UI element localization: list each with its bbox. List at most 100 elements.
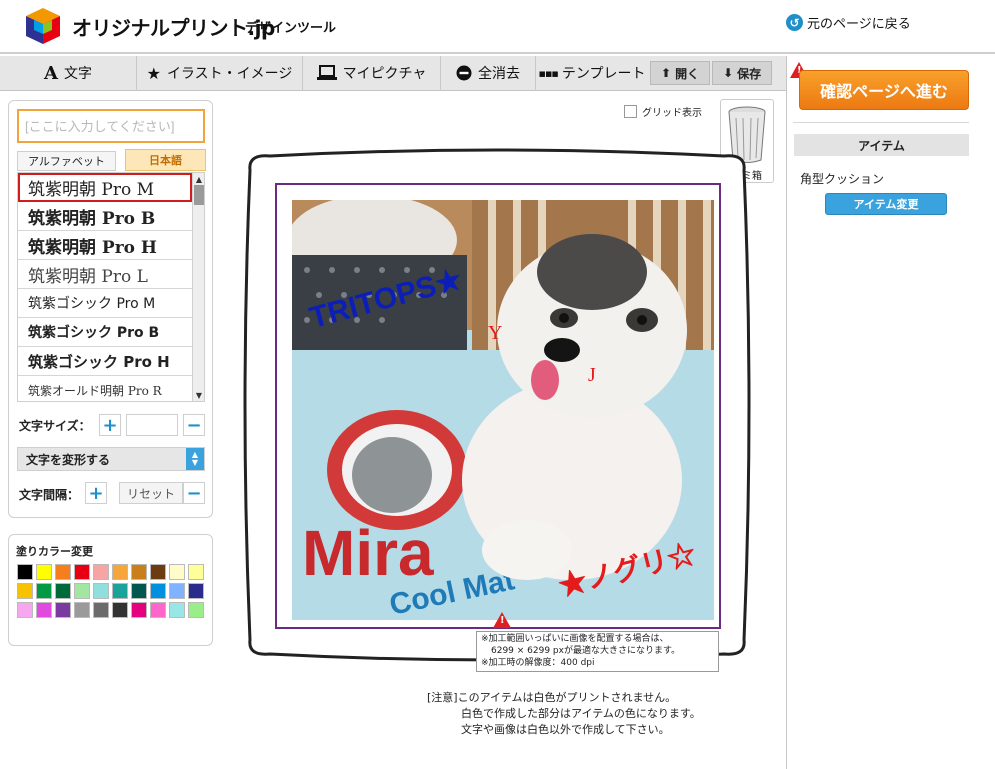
color-swatch[interactable] [112,583,128,599]
right-panel: ! 確認ページへ進む アイテム 角型クッション アイテム変更 [786,56,995,769]
text-entry-input[interactable] [17,109,205,143]
scroll-up-icon[interactable]: ▲ [193,173,204,185]
color-swatch[interactable] [150,602,166,618]
color-swatch[interactable] [55,602,71,618]
clear-all-button[interactable]: 全消去 [441,55,536,91]
letter-spacing-label: 文字間隔： [19,488,80,502]
panel-divider [793,122,969,123]
color-swatch[interactable] [17,564,33,580]
color-swatch[interactable] [93,583,109,599]
font-option[interactable]: 筑紫明朝 Pro L [18,260,192,289]
color-swatch[interactable] [169,602,185,618]
illustration-tool-label: イラスト・イメージ [166,66,293,82]
grid-checkbox[interactable] [624,105,637,118]
letter-a-icon: A [44,62,58,84]
fill-color-panel: 塗りカラー変更 [8,534,213,646]
scroll-thumb[interactable] [194,185,204,205]
spacing-increase-button[interactable]: + [85,482,107,504]
save-button[interactable]: ⬇ 保存 [712,61,773,85]
header: オリジナルプリント.jp デザインツール ↺ 元のページに戻る [0,0,995,54]
color-swatch[interactable] [169,583,185,599]
change-item-button[interactable]: アイテム変更 [825,193,947,215]
color-swatch[interactable] [188,583,204,599]
template-label: テンプレート [561,66,646,82]
item-heading: アイテム [794,134,969,156]
fill-color-title: 塗りカラー変更 [16,545,93,558]
text-size-label: 文字サイズ： [19,419,91,433]
text-tool-button[interactable]: A 文字 [0,55,137,91]
laptop-icon [316,65,337,80]
color-swatch[interactable] [131,583,147,599]
up-arrow-icon: ⬆ [661,66,672,80]
color-swatch[interactable] [36,583,52,599]
my-picture-button[interactable]: マイピクチャ [303,55,441,91]
template-button[interactable]: ▪▪▪ テンプレート [536,56,648,91]
minus-circle-icon [456,65,472,81]
font-option[interactable]: 筑紫ゴシック Pro H [18,347,192,376]
grid-toggle-label: グリッド表示 [642,108,702,119]
color-swatch[interactable] [93,564,109,580]
color-swatch[interactable] [112,602,128,618]
down-arrow-icon: ⬇ [723,66,734,80]
color-swatch[interactable] [150,583,166,599]
color-swatch[interactable] [112,564,128,580]
spacing-decrease-button[interactable]: − [183,482,205,504]
photo-text-y[interactable]: Y [488,322,502,345]
notice-line: 文字や画像は白色以外で作成して下さい。 [461,723,670,736]
print-size-note: ※加工範囲いっぱいに画像を配置する場合は、 6299 × 6299 pxが最適な… [476,631,719,672]
back-to-previous-link[interactable]: ↺ 元のページに戻る [786,13,911,32]
illustration-tool-button[interactable]: ★ イラスト・イメージ [137,55,303,91]
proceed-to-confirm-button[interactable]: 確認ページへ進む [799,70,969,110]
tab-alphabet[interactable]: アルファベット [17,151,116,171]
font-option[interactable]: 筑紫明朝 Pro H [18,231,192,260]
color-swatch[interactable] [169,564,185,580]
scroll-down-icon[interactable]: ▼ [193,389,204,401]
font-option[interactable]: 筑紫明朝 Pro M [18,173,192,202]
text-tool-label: 文字 [63,66,92,82]
color-swatch[interactable] [17,602,33,618]
color-swatch[interactable] [17,583,33,599]
photo-text-j[interactable]: J [588,364,596,387]
color-swatch[interactable] [188,602,204,618]
color-swatch[interactable] [188,564,204,580]
color-swatch[interactable] [55,564,71,580]
back-arrow-icon: ↺ [786,14,803,31]
size-increase-button[interactable]: + [99,414,121,436]
font-option[interactable]: 筑紫ゴシック Pro M [18,289,192,318]
color-swatch[interactable] [93,602,109,618]
print-note-line: 6299 × 6299 pxが最適な大きさになります。 [491,646,681,656]
print-warning-icon: ! [493,612,511,628]
color-swatch[interactable] [74,602,90,618]
color-swatch[interactable] [131,602,147,618]
back-link-label: 元のページに戻る [807,17,911,32]
open-button[interactable]: ⬆ 開く [650,61,711,85]
color-swatch[interactable] [131,564,147,580]
text-size-field[interactable] [126,414,178,436]
color-swatches [17,564,207,618]
tab-japanese[interactable]: 日本語 [125,149,206,171]
clear-all-label: 全消去 [478,66,520,82]
brand-subtitle: デザインツール [245,21,337,36]
design-tool-app: オリジナルプリント.jp デザインツール ↺ 元のページに戻る A 文字 ★ イ… [0,0,995,769]
color-swatch[interactable] [36,564,52,580]
color-swatch[interactable] [74,564,90,580]
color-swatch[interactable] [150,564,166,580]
uploaded-photo[interactable]: Mira Cool Mat TRITOPS★ Y J ★ノグリ☆ [292,200,714,620]
font-option[interactable]: 筑紫明朝 Pro B [18,202,192,231]
svg-text:Mira: Mira [302,517,434,589]
size-decrease-button[interactable]: − [183,414,205,436]
font-option[interactable]: 筑紫ゴシック Pro B [18,318,192,347]
color-swatch[interactable] [55,583,71,599]
spacing-reset-button[interactable]: リセット [119,482,183,504]
main-toolbar: A 文字 ★ イラスト・イメージ マイピクチャ 全消去 ▪▪▪ テンプレート ⬆ [0,55,786,91]
site-logo[interactable] [20,6,66,46]
color-swatch[interactable] [74,583,90,599]
grid-icon: ▪▪▪ [538,66,559,80]
text-settings-panel: アルファベット 日本語 筑紫明朝 Pro M 筑紫明朝 Pro B 筑紫明朝 P… [8,100,213,518]
transform-text-select[interactable]: 文字を変形する ▲ ▼ [17,447,205,471]
font-option[interactable]: 筑紫オールド明朝 Pro R [18,376,192,401]
font-list-scrollbar[interactable]: ▲ ▼ [192,173,204,401]
star-icon: ★ [146,63,161,83]
grid-toggle[interactable]: グリッド表示 [624,104,702,119]
color-swatch[interactable] [36,602,52,618]
